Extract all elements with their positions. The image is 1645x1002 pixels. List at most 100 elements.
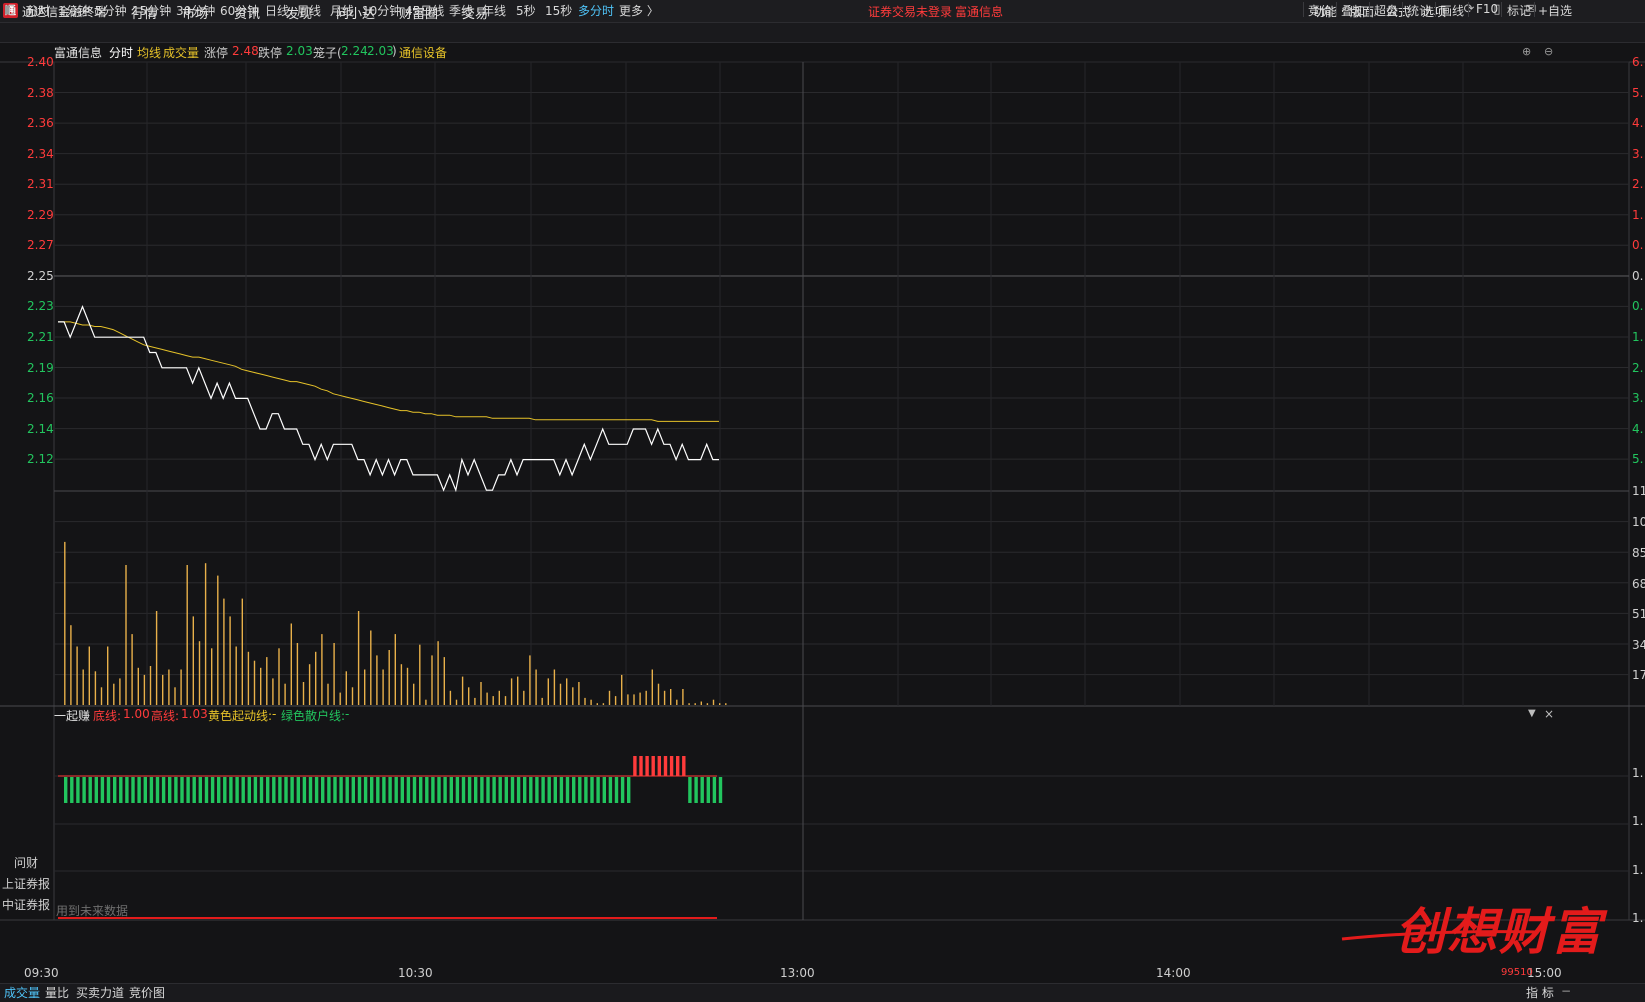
indicator-green-bar [455,777,460,803]
watermark-brush-stroke [1341,930,1539,941]
indicator-green-bar [259,777,264,803]
indicator-green-bar [143,777,147,803]
volume-bar [327,683,329,705]
indicator-green-bar [278,777,282,803]
indicator-green-bar [406,777,411,803]
indicator-switch-button[interactable]: 指 标 [1523,984,1557,1000]
volume-bar [247,651,250,705]
indicator-green-bar [253,777,258,803]
indicator-green-bar [394,777,398,803]
indicator-green-bar [480,777,484,803]
side-button-china-securities-news[interactable]: 中证券报 [0,896,52,915]
volume-bar [119,678,121,705]
indicator-yellow-value: - [272,707,277,721]
indicator-green-bar [449,777,453,803]
indicator-green-bar [339,777,343,803]
volume-bar [712,699,715,705]
volume-bar [572,687,574,705]
indicator-green-bar [412,777,417,803]
indicator-green-bar [82,777,86,803]
volume-bar [455,699,458,705]
indicator-tick: 1. [1632,814,1644,828]
indicator-tick: 1. [1632,911,1644,925]
indicator-green-bar [718,777,723,803]
minus-icon[interactable]: − [1558,984,1574,1000]
volume-bar [547,678,549,705]
indicator-green-bar [131,777,135,803]
volume-bar [510,678,513,705]
indicator-close-icon[interactable]: × [1544,707,1554,721]
volume-bar [364,669,366,705]
indicator-green-bar [565,777,570,803]
price-tick: 2.23 [27,299,54,313]
price-tick: 2.29 [27,208,54,222]
indicator-dropdown-icon[interactable]: ▼ [1528,708,1536,719]
price-tick: 2.31 [27,177,54,191]
indicator-name[interactable]: 一起赚 [54,707,90,724]
volume-bar [94,671,97,705]
indicator-bottom-value: 1.00 [123,707,150,721]
indicator-green-bar [113,777,117,803]
indicator-bottom-label: 底线: [93,709,122,723]
indicator-tick: 1. [1632,863,1644,877]
volume-bar [168,669,170,705]
volume-bar [235,646,237,705]
price-tick: 2.16 [27,391,54,405]
tab-volume[interactable]: 成交量 [1,984,43,1000]
indicator-green-bar [161,777,166,803]
indicator-green-bar [712,777,717,803]
volume-tick: 10 [1632,515,1645,529]
indicator-green-bar [64,777,68,803]
indicator-green-bar [382,777,386,803]
indicator-red-bar [645,756,649,776]
volume-bar [480,682,482,705]
indicator-green-bar [700,777,704,803]
indicator-green-bar [553,777,557,803]
price-tick: 2.21 [27,330,54,344]
tab-buy-sell-force[interactable]: 买卖力道 [73,984,127,1000]
volume-bar [394,634,396,705]
indicator-green-bar [694,777,698,803]
volume-bar [676,699,678,705]
indicator-green-bar [608,777,613,803]
indicator-red-bar [651,756,655,776]
volume-bar [382,669,384,705]
volume-bar [584,697,586,705]
tab-auction-chart[interactable]: 竞价图 [126,984,168,1000]
price-tick: 2.36 [27,116,54,130]
indicator-green-bar [223,777,227,803]
indicator-green-bar [627,777,631,803]
side-button-wencai[interactable]: 问财 [0,854,52,873]
pct-tick: 5. [1632,86,1644,100]
volume-bar [504,696,507,705]
indicator-green-bar [541,777,545,803]
indicator-green-bar [492,777,496,803]
volume-bar [663,690,666,705]
volume-bar [449,690,452,705]
volume-bar [492,696,494,705]
indicator-bars [58,756,723,803]
indicator-green-bar [419,777,423,803]
volume-tick: 85 [1632,546,1645,560]
volume-bar [113,683,115,705]
time-tick-1030: 10:30 [398,966,433,980]
volume-bar [315,651,317,705]
indicator-green-bar [578,777,582,803]
volume-bar [443,657,445,705]
volume-bar [590,699,592,705]
volume-bar [651,669,653,705]
volume-bar [706,703,709,705]
price-tick: 2.25 [27,269,54,283]
indicator-green-bar [155,777,160,803]
volume-bar [498,690,500,705]
indicator-green-bar [510,777,515,803]
indicator-green-bar [443,777,447,803]
volume-bar [517,676,519,705]
tab-volume-ratio[interactable]: 量比 [42,984,72,1000]
side-button-shanghai-securities-news[interactable]: 上证券报 [0,875,52,894]
price-tick: 2.40 [27,55,54,69]
volume-bar [284,683,286,705]
volume-bar [633,694,635,705]
volume-bar [180,669,182,705]
volume-bar [162,674,164,705]
